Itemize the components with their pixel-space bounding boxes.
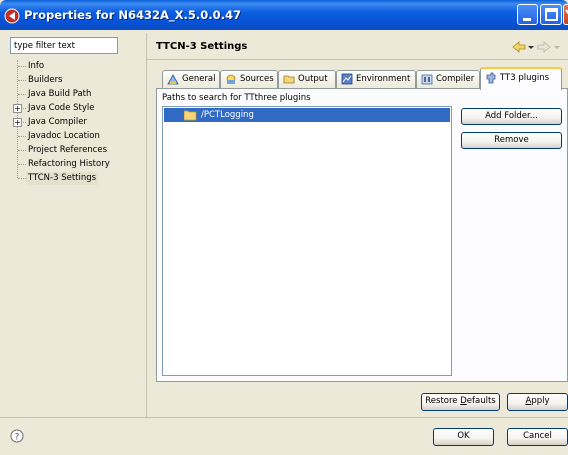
restore-defaults-button[interactable]: Restore Defaults <box>421 393 500 411</box>
tree-item-label: Java Code Style <box>28 103 95 113</box>
tree-item-label: Javadoc Location <box>28 131 100 141</box>
plugin-icon <box>486 72 496 83</box>
tree-item-java-compiler[interactable]: + Java Compiler <box>12 116 142 129</box>
tree-item-builders[interactable]: Builders <box>12 74 142 87</box>
header-separator <box>147 59 568 60</box>
pane-divider[interactable] <box>146 33 147 417</box>
tab-label: Output <box>298 74 328 84</box>
minimize-button[interactable] <box>517 4 538 25</box>
tab-tt3-plugins[interactable]: TT3 plugins <box>480 67 562 90</box>
tab-label: Environment <box>356 74 411 84</box>
tree-item-ttcn3-settings[interactable]: TTCN-3 Settings <box>12 172 142 185</box>
environment-icon <box>341 73 353 84</box>
apply-button[interactable]: Apply <box>507 393 568 411</box>
plugin-path-list[interactable]: /PCTLogging <box>162 106 452 376</box>
forward-dropdown-icon[interactable] <box>554 40 560 54</box>
expand-icon[interactable]: + <box>13 118 22 127</box>
ok-button[interactable]: OK <box>433 428 494 446</box>
list-item[interactable]: /PCTLogging <box>164 108 450 122</box>
svg-text:?: ? <box>15 433 20 443</box>
tree-item-label: Java Build Path <box>28 89 92 99</box>
tree-item-java-build-path[interactable]: Java Build Path <box>12 88 142 101</box>
tt3-plugins-panel: Paths to search for TTthree plugins /PCT… <box>156 88 568 382</box>
tree-item-label: Builders <box>28 75 63 85</box>
cancel-button[interactable]: Cancel <box>507 428 568 446</box>
forward-arrow-icon[interactable] <box>537 40 551 54</box>
tree-item-info[interactable]: Info <box>12 60 142 73</box>
back-arrow-icon[interactable] <box>512 40 526 54</box>
tree-item-label: Refactoring History <box>28 159 110 169</box>
property-page-tree: Info Builders Java Build Path + Java Cod… <box>12 60 142 400</box>
tab-label: General <box>182 74 216 84</box>
window-title: Properties for N6432A_X.5.0.0.47 <box>24 8 242 22</box>
tab-output[interactable]: Output <box>278 70 336 89</box>
remove-button[interactable]: Remove <box>461 132 562 149</box>
close-icon <box>565 9 568 15</box>
tab-environment[interactable]: Environment <box>336 70 416 89</box>
tab-compiler[interactable]: Compiler <box>416 70 480 89</box>
history-navigation <box>512 40 568 54</box>
window-app-icon <box>4 8 20 24</box>
tab-label: Sources <box>240 74 274 84</box>
compiler-icon <box>421 74 433 84</box>
close-button[interactable] <box>563 4 568 25</box>
title-bar: Properties for N6432A_X.5.0.0.47 <box>0 0 568 30</box>
sources-icon <box>226 74 236 84</box>
tab-sources[interactable]: Sources <box>220 70 278 89</box>
tab-label: TT3 plugins <box>500 73 550 83</box>
tree-item-javadoc-location[interactable]: Javadoc Location <box>12 130 142 143</box>
add-folder-button[interactable]: Add Folder... <box>461 108 562 125</box>
back-dropdown-icon[interactable] <box>528 40 534 54</box>
tree-item-java-code-style[interactable]: + Java Code Style <box>12 102 142 115</box>
settings-tabs: General Sources Output Environment Compi… <box>158 67 568 90</box>
help-icon[interactable]: ? <box>10 429 24 443</box>
tree-item-label: Info <box>28 61 45 71</box>
tree-item-label: Java Compiler <box>28 117 87 127</box>
plugin-path-label: /PCTLogging <box>201 110 254 120</box>
tree-item-refactoring-history[interactable]: Refactoring History <box>12 158 142 171</box>
footer-separator <box>0 417 568 418</box>
folder-icon <box>283 75 295 83</box>
maximize-icon <box>545 8 558 21</box>
page-title: TTCN-3 Settings <box>156 41 248 52</box>
tree-item-project-references[interactable]: Project References <box>12 144 142 157</box>
plugin-paths-label: Paths to search for TTthree plugins <box>162 93 311 103</box>
expand-icon[interactable]: + <box>13 104 22 113</box>
tree-item-label: Project References <box>28 145 108 155</box>
general-icon <box>167 73 179 84</box>
tab-label: Compiler <box>436 74 475 84</box>
filter-input[interactable] <box>10 37 118 54</box>
tab-general[interactable]: General <box>162 70 220 89</box>
minimize-icon <box>523 18 531 21</box>
folder-icon <box>184 110 197 121</box>
tree-item-label: TTCN-3 Settings <box>26 172 99 185</box>
maximize-button[interactable] <box>540 4 562 25</box>
